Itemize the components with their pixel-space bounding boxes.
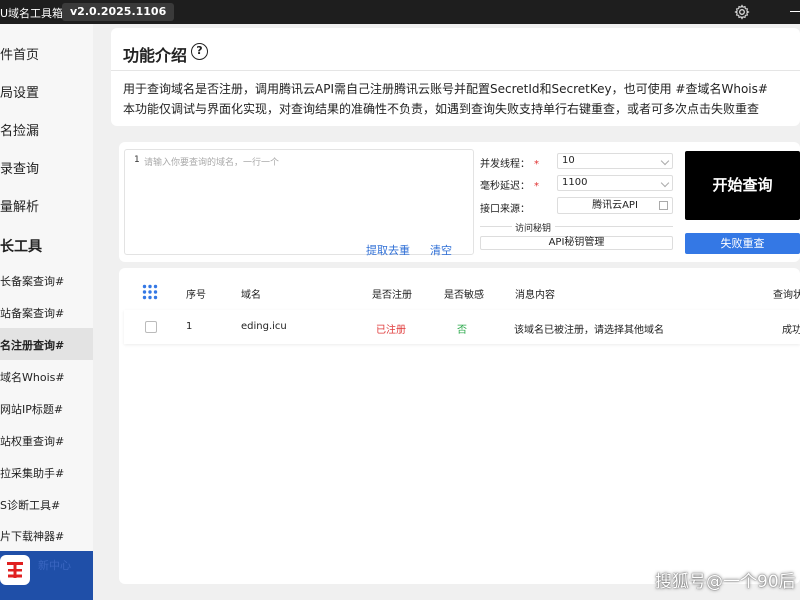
- intro-description-line-2: 本功能仅调试与界面化实现，对查询结果的准确性不负责，如遇到查询失败支持单行右键重…: [123, 102, 760, 116]
- delay-select[interactable]: 1100: [557, 175, 673, 191]
- row-index: 1: [186, 321, 193, 332]
- intro-description-line-1: 用于查询域名是否注册，调用腾讯云API需自己注册腾讯云账号并配置SecretId…: [123, 82, 768, 96]
- domain-placeholder: 请输入你要查询的域名，一行一个: [144, 158, 280, 168]
- row-sensitive-status: 否: [457, 325, 467, 336]
- sidebar-item-label: 录查询: [0, 162, 40, 177]
- sidebar-item-label: 量解析: [0, 200, 40, 215]
- sidebar-item-site-ip-title[interactable]: 网站IP标题#: [0, 392, 93, 424]
- column-header[interactable]: 序号: [186, 286, 206, 301]
- sidebar-item-label: 网站IP标题#: [0, 403, 64, 416]
- sidebar-item-record-query[interactable]: 录查询: [0, 148, 93, 186]
- sidebar-item-label: 站备案查询#: [0, 307, 65, 320]
- sidebar-item-label: 名捡漏: [0, 124, 40, 139]
- sidebar-item-label: 长备案查询#: [0, 275, 65, 288]
- source-label: 接口来源：: [480, 204, 530, 215]
- version-badge: v2.0.2025.1106: [62, 3, 175, 21]
- page-title: 功能介绍: [123, 46, 188, 65]
- sidebar-item-collector[interactable]: 拉采集助手#: [0, 456, 93, 488]
- delay-label: 毫秒延迟： *: [480, 181, 539, 192]
- minimize-icon[interactable]: [790, 11, 800, 12]
- grid-icon[interactable]: [142, 284, 158, 300]
- logo-icon: [7, 562, 23, 578]
- divider: [555, 226, 673, 227]
- row-query-status: 成功: [782, 325, 800, 336]
- column-header[interactable]: 域名: [241, 286, 261, 301]
- sidebar-item-site-icp-query[interactable]: 站备案查询#: [0, 296, 93, 328]
- source-value: 腾讯云API: [592, 200, 638, 211]
- source-select[interactable]: 腾讯云API: [557, 197, 673, 214]
- sidebar-item-icp-query[interactable]: 长备案查询#: [0, 264, 93, 296]
- column-header[interactable]: 消息内容: [515, 286, 555, 301]
- sidebar-item-whois[interactable]: 域名Whois#: [0, 360, 93, 392]
- external-link-icon[interactable]: [659, 201, 668, 210]
- sidebar-item-label: 拉采集助手#: [0, 467, 65, 480]
- app-title: U域名工具箱: [0, 7, 64, 20]
- line-number: 1: [134, 155, 140, 165]
- sidebar-logo-panel: 新中心: [0, 551, 93, 600]
- sidebar-item-label: 件首页: [0, 48, 40, 63]
- title-bar: U域名工具箱 v2.0.2025.1106: [0, 0, 800, 24]
- result-table: 序号 域名 是否注册 是否敏感 消息内容 查询状 1 eding.icu 已注册…: [119, 268, 800, 584]
- divider: [480, 226, 512, 227]
- sidebar-item-batch-resolve[interactable]: 量解析: [0, 186, 93, 224]
- gear-icon[interactable]: [734, 4, 750, 20]
- app-logo: [0, 555, 30, 585]
- row-checkbox[interactable]: [145, 321, 157, 333]
- chevron-down-icon: [660, 178, 670, 188]
- delay-value: 1100: [562, 177, 588, 188]
- sidebar-item-label: 域名Whois#: [0, 371, 65, 384]
- sidebar-item-dns-diagnose[interactable]: S诊断工具#: [0, 488, 93, 520]
- api-secret-button[interactable]: API秘钥管理: [480, 236, 673, 250]
- sidebar-section-label: 长工具: [0, 239, 42, 255]
- divider: [111, 70, 800, 71]
- start-query-button[interactable]: 开始查询: [685, 151, 800, 220]
- table-row[interactable]: 1 eding.icu 已注册 否 该域名已被注册，请选择其他域名 成功: [124, 310, 800, 344]
- sidebar-item-weight-query[interactable]: 站权重查询#: [0, 424, 93, 456]
- sidebar-item-domain-register-query[interactable]: 名注册查询#: [0, 328, 93, 360]
- required-mark: *: [534, 159, 539, 170]
- sidebar-item-image-downloader[interactable]: 片下载神器#: [0, 520, 93, 551]
- sidebar-item-home[interactable]: 件首页: [0, 34, 93, 72]
- sidebar-item-label: 局设置: [0, 86, 40, 101]
- sidebar-item-settings[interactable]: 局设置: [0, 72, 93, 110]
- sidebar-item-label: S诊断工具#: [0, 499, 61, 512]
- watermark: 搜狐号@一个90后: [655, 572, 796, 592]
- sidebar-section-tools: 长工具: [0, 224, 93, 264]
- chevron-down-icon: [660, 156, 670, 166]
- row-registered-status: 已注册: [376, 325, 406, 336]
- threads-select[interactable]: 10: [557, 153, 673, 169]
- retry-failed-button[interactable]: 失败重查: [685, 233, 800, 254]
- required-mark: *: [534, 181, 539, 192]
- threads-label: 并发线程： *: [480, 159, 539, 170]
- column-header[interactable]: 是否注册: [372, 286, 412, 301]
- sidebar: 件首页 局设置 名捡漏 录查询 量解析 长工具 长备案查询# 站备案查询# 名注…: [0, 24, 93, 600]
- logo-deco-text: 新中心: [38, 559, 71, 572]
- column-header[interactable]: 是否敏感: [444, 286, 484, 301]
- dedupe-button[interactable]: 提取去重: [366, 242, 410, 258]
- row-message: 该域名已被注册，请选择其他域名: [514, 325, 664, 336]
- sidebar-item-label: 名注册查询#: [0, 339, 65, 352]
- help-icon[interactable]: ?: [191, 43, 208, 60]
- sidebar-item-label: 站权重查询#: [0, 435, 65, 448]
- intro-card: 功能介绍 ? 用于查询域名是否注册，调用腾讯云API需自己注册腾讯云账号并配置S…: [111, 28, 800, 126]
- sidebar-item-domain-pickup[interactable]: 名捡漏: [0, 110, 93, 148]
- query-panel: 1 请输入你要查询的域名，一行一个 提取去重 清空 并发线程： * 10 毫秒延迟…: [119, 142, 800, 262]
- sidebar-item-label: 片下载神器#: [0, 530, 65, 543]
- row-domain: eding.icu: [241, 321, 287, 332]
- secret-section-label: 访问秘钥: [515, 224, 552, 234]
- column-header[interactable]: 查询状: [773, 286, 800, 301]
- threads-value: 10: [562, 155, 575, 166]
- domain-input[interactable]: 1 请输入你要查询的域名，一行一个 提取去重 清空: [124, 149, 474, 258]
- clear-button[interactable]: 清空: [430, 242, 452, 258]
